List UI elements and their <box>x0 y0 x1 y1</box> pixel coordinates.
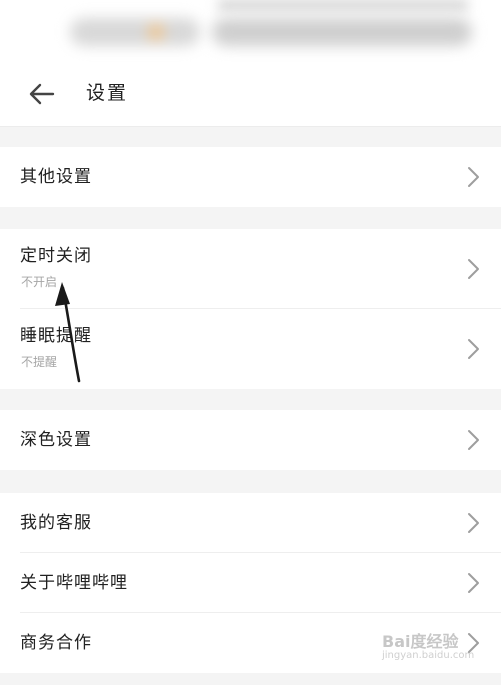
settings-item-label: 商务合作 <box>20 633 92 653</box>
chevron-right-icon <box>468 430 479 450</box>
settings-item-label: 定时关闭 <box>20 246 92 266</box>
chevron-right-icon <box>468 259 479 279</box>
settings-item-timer-close[interactable]: 定时关闭 不开启 <box>0 229 501 309</box>
chevron-right-icon <box>468 513 479 533</box>
settings-item-label: 深色设置 <box>20 430 92 450</box>
chevron-right-icon <box>468 167 479 187</box>
settings-item-sleep-reminder[interactable]: 睡眠提醒 不提醒 <box>0 309 501 389</box>
page-title: 设置 <box>86 82 129 104</box>
chevron-right-icon <box>468 633 479 653</box>
arrow-left-icon <box>29 83 55 105</box>
settings-item-other[interactable]: 其他设置 <box>0 147 501 207</box>
blurred-status-content <box>218 0 468 10</box>
chevron-right-icon <box>468 339 479 359</box>
settings-item-status: 不开启 <box>21 275 58 289</box>
settings-item-customer-service[interactable]: 我的客服 <box>0 493 501 553</box>
blurred-status-content <box>212 18 472 46</box>
settings-group-timer: 定时关闭 不开启 睡眠提醒 不提醒 <box>0 229 501 389</box>
settings-item-dark-mode[interactable]: 深色设置 <box>0 410 501 470</box>
status-bar <box>0 0 501 62</box>
settings-item-label: 其他设置 <box>20 167 92 187</box>
back-button[interactable] <box>22 74 62 114</box>
settings-item-label: 睡眠提醒 <box>20 326 92 346</box>
settings-item-label: 我的客服 <box>20 513 92 533</box>
settings-group-about: 我的客服 关于哔哩哔哩 商务合作 <box>0 493 501 673</box>
settings-item-label: 关于哔哩哔哩 <box>20 573 128 593</box>
settings-item-about[interactable]: 关于哔哩哔哩 <box>0 553 501 613</box>
blurred-status-content <box>70 18 200 46</box>
top-bar: 设置 <box>0 62 501 127</box>
settings-item-business[interactable]: 商务合作 <box>0 613 501 673</box>
chevron-right-icon <box>468 573 479 593</box>
settings-group-dark: 深色设置 <box>0 410 501 470</box>
settings-group-other: 其他设置 <box>0 147 501 207</box>
settings-item-status: 不提醒 <box>21 355 58 369</box>
